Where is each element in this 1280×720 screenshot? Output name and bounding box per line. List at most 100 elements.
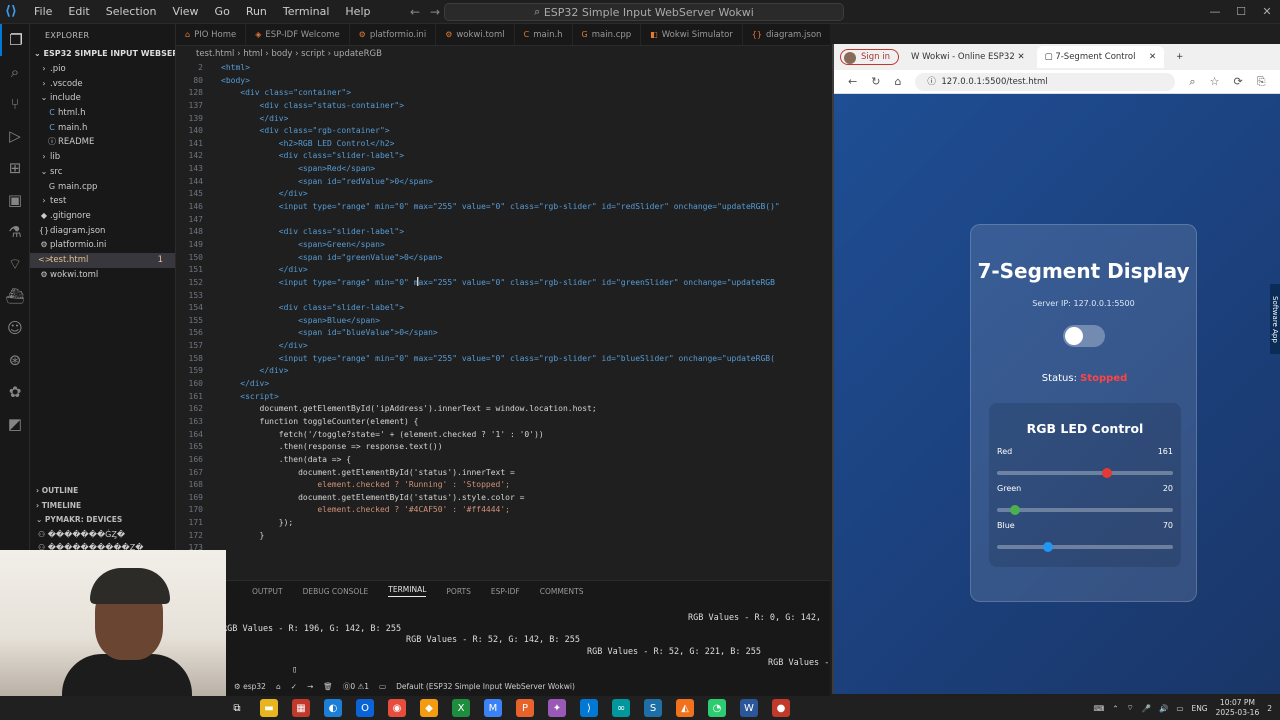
panel-tab[interactable]: TERMINAL [388, 585, 427, 597]
remote-icon[interactable]: ▣ [0, 184, 30, 216]
clock[interactable]: 10:07 PM 2025-03-16 [1216, 698, 1260, 718]
tree-item[interactable]: ⌄ src [30, 165, 175, 180]
pymakr-section[interactable]: ⌄ PYMAKR: DEVICES [30, 513, 175, 528]
chrome-icon[interactable]: ◉ [388, 699, 406, 717]
address-bar[interactable]: ⓘ 127.0.0.1:5500/test.html [915, 72, 1176, 91]
env-item[interactable]: ⚙ esp32 [234, 682, 266, 691]
file-explorer-icon[interactable]: ▬ [260, 699, 278, 717]
tree-item[interactable]: Chtml.h [30, 106, 175, 121]
tree-item[interactable]: ⚙ platformio.ini [30, 238, 175, 253]
trash-icon[interactable]: 🗑 [323, 682, 333, 691]
outline-section[interactable]: › OUTLINE [30, 484, 175, 499]
tree-item[interactable]: Cmain.h [30, 121, 175, 136]
tree-item[interactable]: ⚙ wokwi.toml [30, 268, 175, 283]
panel-tab[interactable]: PORTS [446, 587, 470, 596]
outlook-icon[interactable]: O [356, 699, 374, 717]
docker-icon[interactable]: ⛴ [0, 280, 30, 312]
editor-tab[interactable]: Gmain.cpp [573, 24, 642, 45]
build-icon[interactable]: ✓ [291, 682, 297, 691]
menu-go[interactable]: Go [207, 0, 238, 24]
back-icon[interactable]: ← [848, 75, 857, 88]
browser-tab-active[interactable]: ▢ 7-Segment Control ✕ [1036, 46, 1165, 68]
extensions-icon[interactable]: ⊞ [0, 152, 30, 184]
rgb-slider[interactable] [997, 468, 1173, 478]
upload-icon[interactable]: → [307, 682, 313, 691]
editor-tab[interactable]: ⌂ PIO Home [176, 24, 247, 45]
arduino-icon[interactable]: ∞ [612, 699, 630, 717]
explorer-icon[interactable]: ❐ [0, 24, 30, 56]
terminal-icon[interactable]: ▭ [379, 682, 386, 691]
volume-icon[interactable]: 🔊 [1159, 704, 1168, 713]
tree-item[interactable]: {}diagram.json [30, 224, 175, 239]
menu-help[interactable]: Help [337, 0, 378, 24]
new-tab-icon[interactable]: + [1168, 46, 1191, 68]
panel-tab[interactable]: DEBUG CONSOLE [303, 587, 369, 596]
tree-item[interactable]: ⌄ include [30, 91, 175, 106]
editor-tab[interactable]: Cmain.h [515, 24, 573, 45]
editor-tab[interactable]: ⚙ wokwi.toml [436, 24, 515, 45]
signal-icon[interactable]: ⌔ [0, 248, 30, 280]
brave-icon[interactable]: ◭ [676, 699, 694, 717]
panel-tab[interactable]: ESP-IDF [491, 587, 520, 596]
battery-icon[interactable]: ▭ [1176, 704, 1183, 713]
reload-icon[interactable]: ↻ [871, 75, 880, 88]
wifi-icon[interactable]: ⌔ [1127, 703, 1134, 713]
menu-terminal[interactable]: Terminal [275, 0, 338, 24]
espressif-icon[interactable]: ⊛ [0, 344, 30, 376]
rgb-slider[interactable] [997, 505, 1173, 515]
project-env-item[interactable]: Default (ESP32 Simple Input WebServer Wo… [396, 682, 575, 691]
editor-tab[interactable]: {} diagram.json [743, 24, 830, 45]
share-icon[interactable]: ⎘ [1257, 75, 1266, 89]
menu-edit[interactable]: Edit [60, 0, 97, 24]
mx-icon[interactable]: M [484, 699, 502, 717]
minimize-icon[interactable]: — [1202, 0, 1228, 24]
notification-badge[interactable]: 2 [1267, 704, 1272, 713]
counter-toggle[interactable] [1063, 325, 1105, 347]
timeline-section[interactable]: › TIMELINE [30, 499, 175, 514]
record-icon[interactable]: ● [772, 699, 790, 717]
back-arrow-icon[interactable]: ← [404, 5, 426, 19]
forward-arrow-icon[interactable]: → [424, 5, 446, 19]
source-control-icon[interactable]: ⑂ [0, 88, 30, 120]
refresh-icon[interactable]: ⟳ [1233, 75, 1242, 88]
app-icon[interactable]: ✦ [548, 699, 566, 717]
excel-icon[interactable]: X [452, 699, 470, 717]
edge-icon[interactable]: ◐ [324, 699, 342, 717]
code-editor[interactable]: 2 <html> 80 <body> 128 <div class="container… [176, 62, 830, 552]
editor-tab[interactable]: ◧ Wokwi Simulator [641, 24, 743, 45]
pymakr-device[interactable]: ⚇ �������ĠȤ� [30, 528, 175, 541]
testing-icon[interactable]: ⚗ [0, 216, 30, 248]
chevron-up-icon[interactable]: ⌃ [1112, 704, 1118, 713]
maximize-icon[interactable]: ☐ [1228, 0, 1254, 24]
tree-item[interactable]: ◆ .gitignore [30, 209, 175, 224]
menu-selection[interactable]: Selection [98, 0, 165, 24]
command-center[interactable]: ⌕ ESP32 Simple Input WebServer Wokwi [444, 3, 844, 21]
tree-item[interactable]: › lib [30, 150, 175, 165]
tree-item[interactable]: › test [30, 194, 175, 209]
slider-thumb[interactable] [1101, 468, 1112, 478]
powerpoint-icon[interactable]: P [516, 699, 534, 717]
app-icon[interactable]: S [644, 699, 662, 717]
side-app-tab[interactable]: Software App [1270, 284, 1280, 354]
home-icon[interactable]: ⌂ [276, 682, 281, 691]
breadcrumb[interactable]: test.html › html › body › script › updat… [176, 46, 830, 62]
slider-thumb[interactable] [1010, 505, 1021, 515]
search-icon[interactable]: ⌕ [0, 56, 30, 88]
task-view-icon[interactable]: ⧉ [228, 699, 246, 717]
wechat-icon[interactable]: ◔ [708, 699, 726, 717]
menu-run[interactable]: Run [238, 0, 275, 24]
signin-button[interactable]: Sign in [840, 49, 899, 65]
browser-tab-wokwi[interactable]: W Wokwi - Online ESP32 ✕ [903, 46, 1033, 68]
panel-tab[interactable]: OUTPUT [252, 587, 283, 596]
close-icon[interactable]: ✕ [1254, 0, 1280, 24]
tree-item[interactable]: ⓘ README [30, 135, 175, 150]
run-debug-icon[interactable]: ▷ [0, 120, 30, 152]
pymakr-icon[interactable]: ✿ [0, 376, 30, 408]
project-root[interactable]: ⌄ ESP32 SIMPLE INPUT WEBSERVER ... [30, 46, 175, 62]
wokwi-icon[interactable]: ◩ [0, 408, 30, 440]
problems-item[interactable]: ⓪0 ⚠1 [343, 681, 369, 692]
keyboard-icon[interactable]: ⌨ [1093, 704, 1104, 713]
rgb-slider[interactable] [997, 542, 1173, 552]
word-icon[interactable]: W [740, 699, 758, 717]
store-icon[interactable]: ▦ [292, 699, 310, 717]
